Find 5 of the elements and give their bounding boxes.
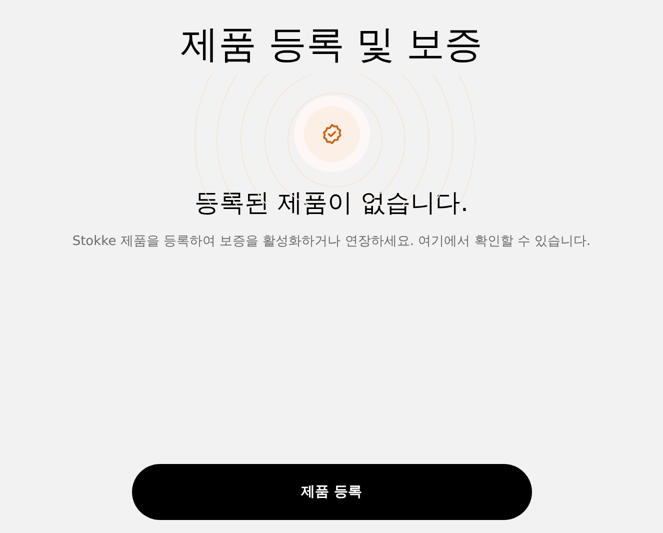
register-product-button[interactable]: 제품 등록 [132, 464, 532, 520]
page-title: 제품 등록 및 보증 [180, 21, 483, 68]
verified-badge-icon [320, 123, 342, 145]
empty-state-description: Stokke 제품을 등록하여 보증을 활성화하거나 연장하세요. 여기에서 확인할 수 있습니다. [72, 233, 591, 251]
empty-state-heading: 등록된 제품이 없습니다. [194, 187, 468, 219]
